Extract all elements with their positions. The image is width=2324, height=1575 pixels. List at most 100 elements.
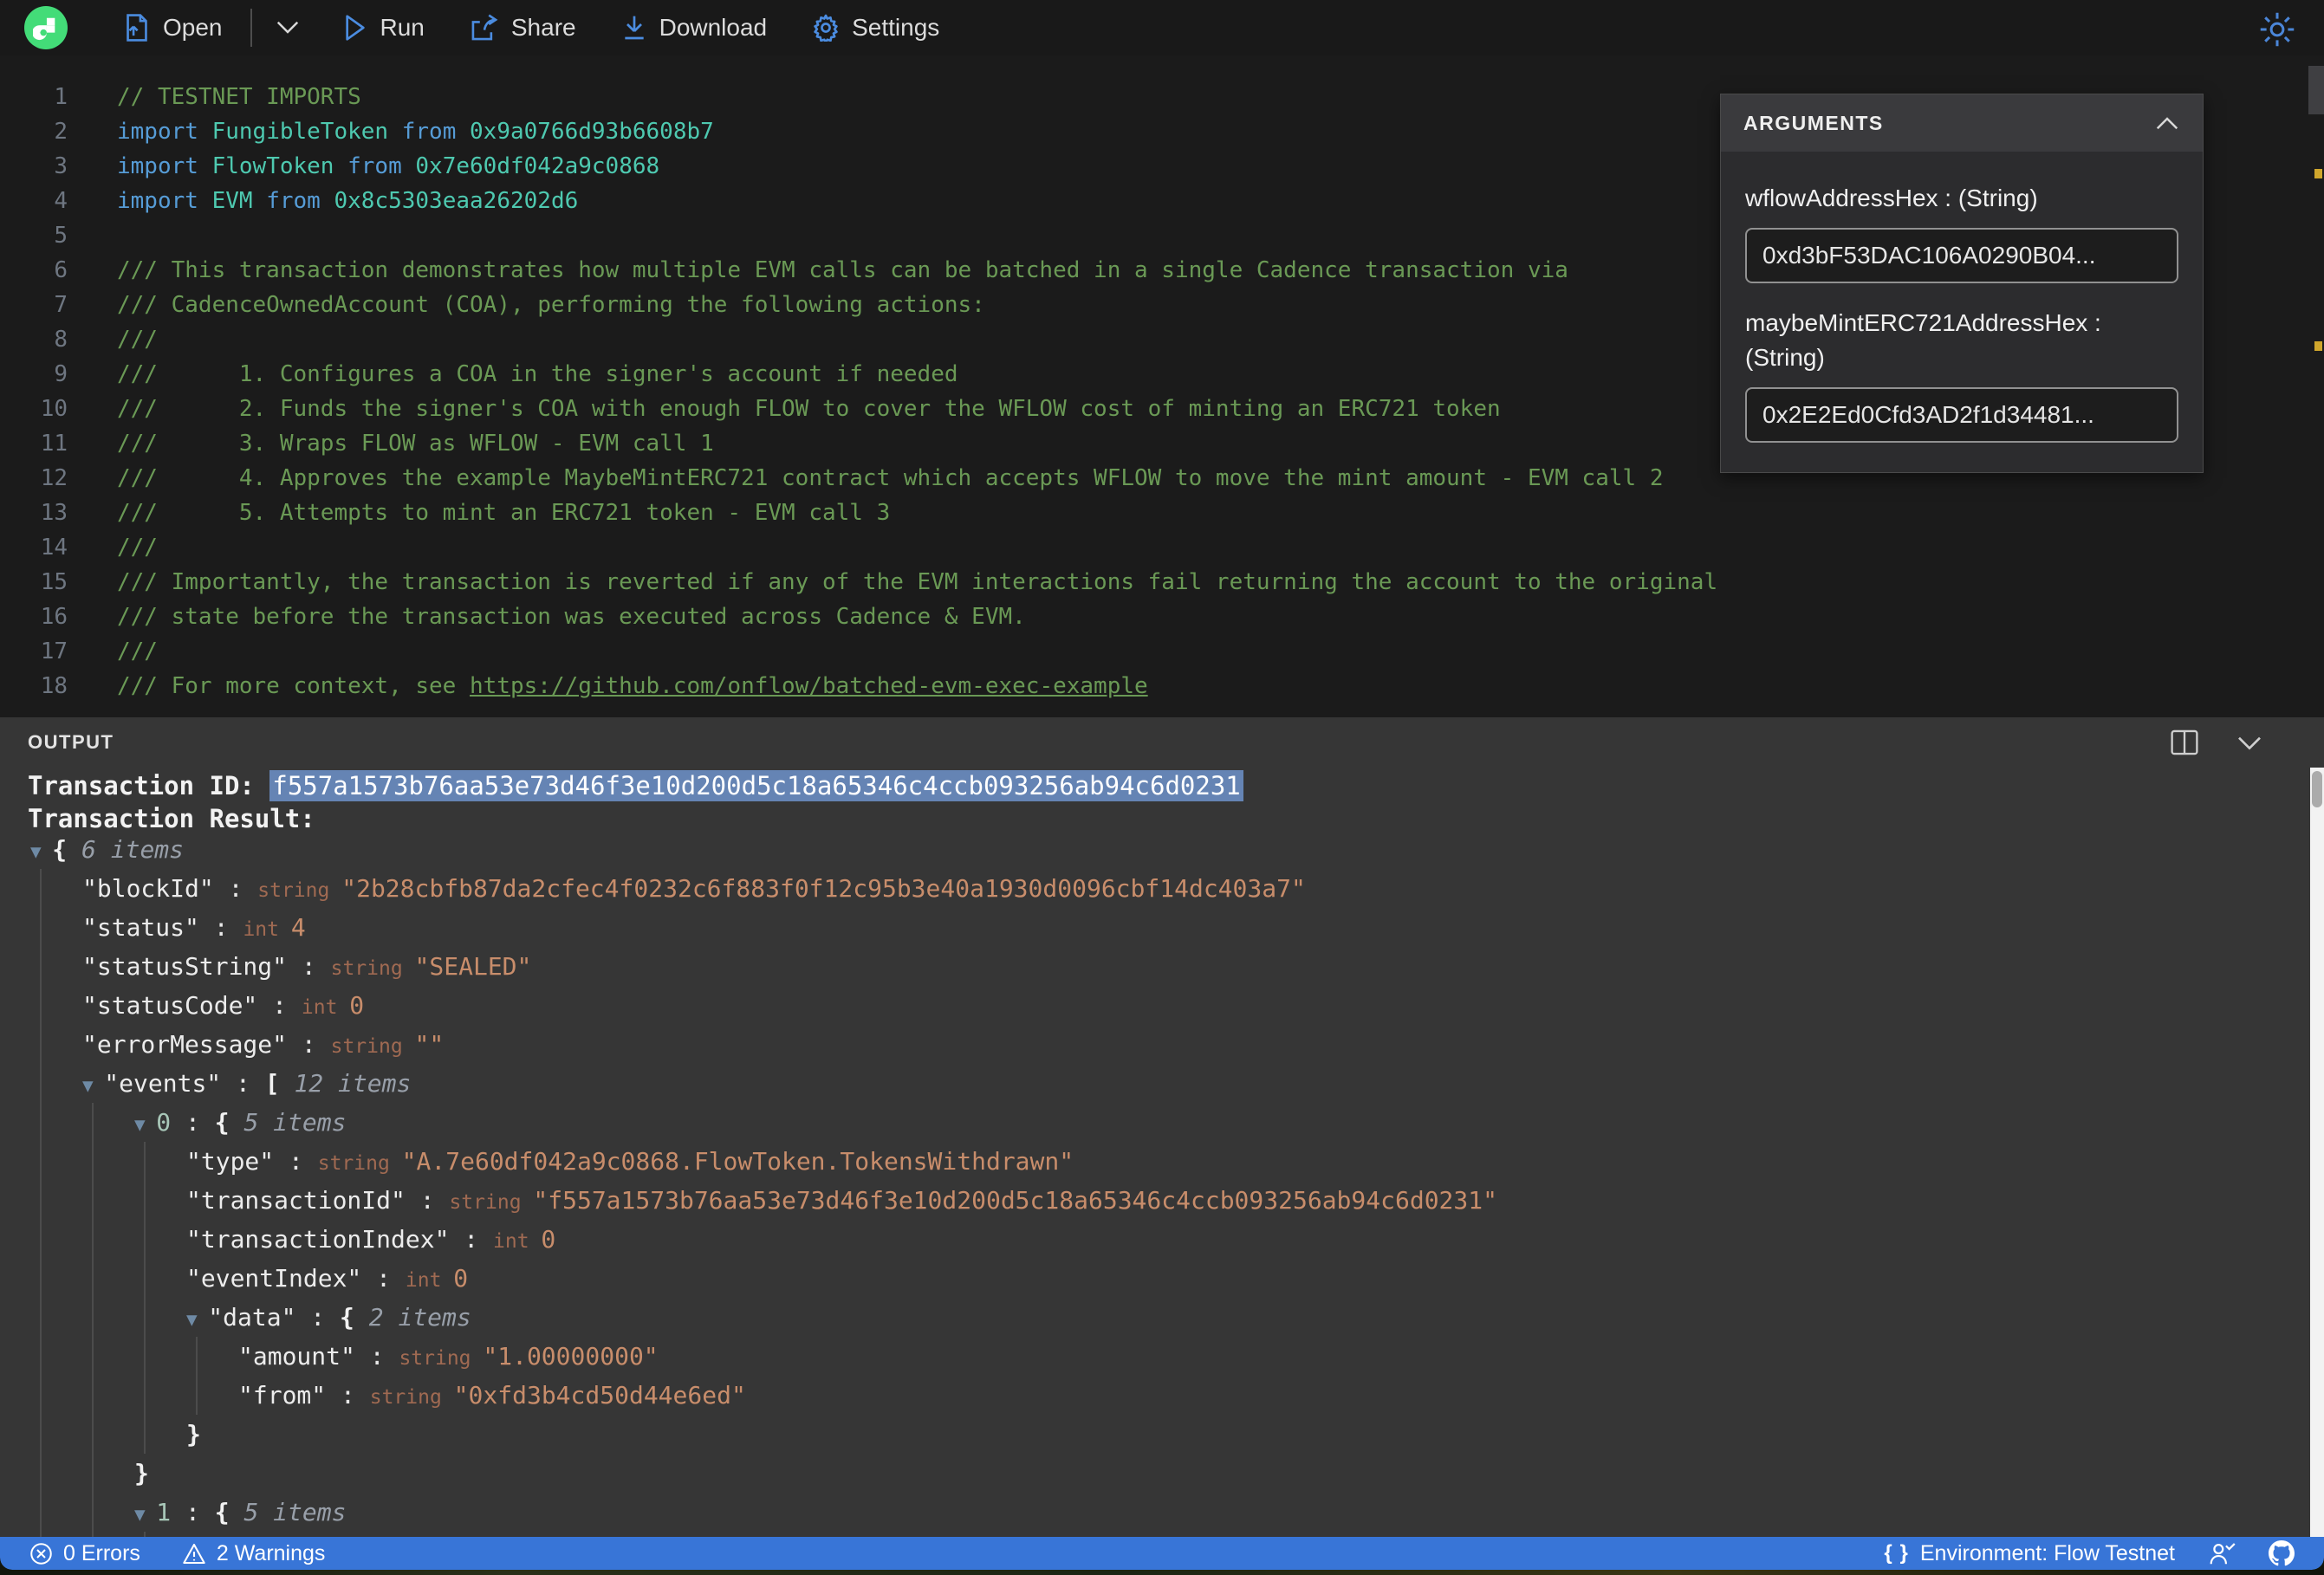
json-tree: ▼ { 6 items "blockId" : string "2b28cbfb8…	[0, 830, 2307, 1537]
github-icon[interactable]	[2269, 1540, 2295, 1566]
code-text: /// state before the transaction was exe…	[68, 600, 1026, 634]
indent-guide	[40, 1064, 42, 1103]
warning-marker	[2314, 169, 2322, 178]
json-colon: :	[171, 1108, 215, 1137]
json-key: "data"	[208, 1303, 296, 1332]
json-type: int	[243, 918, 291, 941]
json-brace: {	[214, 1108, 244, 1137]
json-key: "transactionId"	[186, 1186, 406, 1215]
json-str: "A.7e60df042a9c0868.FlowToken.TokensWith…	[401, 1147, 1074, 1176]
json-colon: :	[287, 952, 331, 981]
line-number: 3	[54, 153, 68, 179]
json-tree-row: ▼ 1 : { 5 items	[0, 1493, 2307, 1532]
download-button[interactable]: Download	[621, 14, 767, 42]
indent-guide	[40, 1298, 42, 1337]
json-type: string	[399, 1347, 484, 1370]
json-num: 4	[290, 913, 306, 942]
indent-guide	[144, 1376, 146, 1415]
code-line: 13 /// 5. Attempts to mint an ERC721 toke…	[0, 496, 2324, 530]
indent-guide	[196, 1376, 198, 1415]
line-number: 14	[40, 535, 68, 561]
chevron-up-icon[interactable]	[2154, 115, 2180, 131]
code-link[interactable]: https://github.com/onflow/batched-evm-ex…	[470, 673, 1148, 699]
indent-guide	[40, 1493, 42, 1532]
indent-guide	[40, 1337, 42, 1376]
json-colon: :	[213, 874, 258, 903]
code-line: 17 ///	[0, 634, 2324, 669]
flow-logo[interactable]	[24, 6, 68, 49]
json-str: "2b28cbfb87da2cfec4f0232c6f883f0f12c95b3…	[341, 874, 1306, 903]
json-colon: :	[361, 1264, 406, 1293]
editor-scrollbar-thumb[interactable]	[2308, 66, 2324, 114]
theme-toggle-button[interactable]	[2258, 10, 2296, 53]
json-type: string	[330, 957, 415, 980]
transaction-id-line: Transaction ID: f557a1573b76aa53e73d46f3…	[28, 770, 1243, 801]
output-scrollbar[interactable]	[2310, 768, 2324, 1537]
collapse-arrow-icon[interactable]: ▼	[30, 841, 52, 862]
json-colon: :	[449, 1225, 494, 1254]
code-token: 0x8c5303eaa26202d6	[334, 188, 579, 214]
json-key: "type"	[186, 1147, 275, 1176]
json-colon: :	[287, 1030, 331, 1059]
code-token: /// For more context, see	[117, 673, 470, 699]
open-file-icon	[127, 14, 147, 42]
arguments-header[interactable]: ARGUMENTS	[1721, 94, 2203, 152]
code-token: FungibleToken	[211, 119, 402, 145]
json-colon: :	[221, 1069, 265, 1098]
code-text: /// For more context, see https://github…	[68, 669, 1148, 703]
output-scrollbar-thumb[interactable]	[2312, 771, 2322, 807]
collapse-arrow-icon[interactable]: ▼	[186, 1309, 208, 1330]
json-tree-row: "blockId" : string "2b28cbfb87da2cfec4f0…	[0, 869, 2307, 908]
indent-guide	[40, 947, 42, 986]
editor-scrollbar[interactable]	[2308, 55, 2324, 717]
run-button[interactable]: Run	[342, 14, 425, 42]
json-key: "from"	[238, 1381, 327, 1410]
code-token: /// 3. Wraps FLOW as WFLOW - EVM call 1	[117, 431, 714, 457]
code-token: from	[347, 153, 416, 179]
indent-guide	[40, 1142, 42, 1181]
transaction-id-value[interactable]: f557a1573b76aa53e73d46f3e10d200d5c18a653…	[269, 770, 1243, 801]
indent-guide	[92, 1298, 94, 1337]
toolbar-separator	[250, 9, 252, 47]
share-label: Share	[510, 14, 576, 41]
code-text: ///	[68, 322, 158, 357]
collapse-arrow-icon[interactable]: ▼	[82, 1075, 104, 1096]
split-editor-icon[interactable]	[2170, 729, 2199, 755]
indent-guide	[92, 1103, 94, 1142]
code-token: from	[401, 119, 471, 145]
code-text: ///	[68, 634, 158, 669]
warning-marker	[2314, 341, 2322, 351]
account-icon[interactable]	[2208, 1541, 2236, 1565]
errors-status[interactable]: 0 Errors	[29, 1541, 140, 1566]
share-button[interactable]: Share	[470, 14, 576, 42]
json-num: 0	[349, 991, 365, 1020]
json-items: 6 items	[81, 835, 185, 864]
environment-status[interactable]: { } Environment: Flow Testnet	[1884, 1541, 2175, 1566]
line-number: 9	[54, 361, 68, 387]
warning-icon	[183, 1543, 205, 1564]
json-brace: {	[214, 1498, 244, 1526]
settings-button[interactable]: Settings	[812, 14, 939, 42]
json-num: 0	[541, 1225, 556, 1254]
collapse-arrow-icon[interactable]: ▼	[134, 1504, 156, 1525]
open-button[interactable]: Open	[123, 13, 223, 42]
collapse-output-chevron-icon[interactable]	[2236, 729, 2263, 755]
json-key: "eventIndex"	[186, 1264, 362, 1293]
indent-guide	[40, 1220, 42, 1259]
code-line: 15 /// Importantly, the transaction is re…	[0, 565, 2324, 600]
open-dropdown-chevron[interactable]	[275, 19, 301, 36]
json-colon: :	[274, 1147, 318, 1176]
indent-guide	[144, 1142, 146, 1181]
open-label: Open	[163, 14, 223, 41]
maybe-mint-erc721-address-input[interactable]: 0x2E2Ed0Cfd3AD2f1d34481...	[1745, 387, 2178, 443]
code-text: ///	[68, 530, 158, 565]
indent-guide	[92, 1181, 94, 1220]
indent-guide	[40, 1181, 42, 1220]
code-token: import	[117, 153, 212, 179]
line-number: 7	[54, 292, 68, 318]
warnings-status[interactable]: 2 Warnings	[182, 1541, 325, 1566]
wflow-address-input[interactable]: 0xd3bF53DAC106A0290B04...	[1745, 228, 2178, 283]
json-tree-row: "statusCode" : int 0	[0, 986, 2307, 1025]
collapse-arrow-icon[interactable]: ▼	[134, 1114, 156, 1135]
